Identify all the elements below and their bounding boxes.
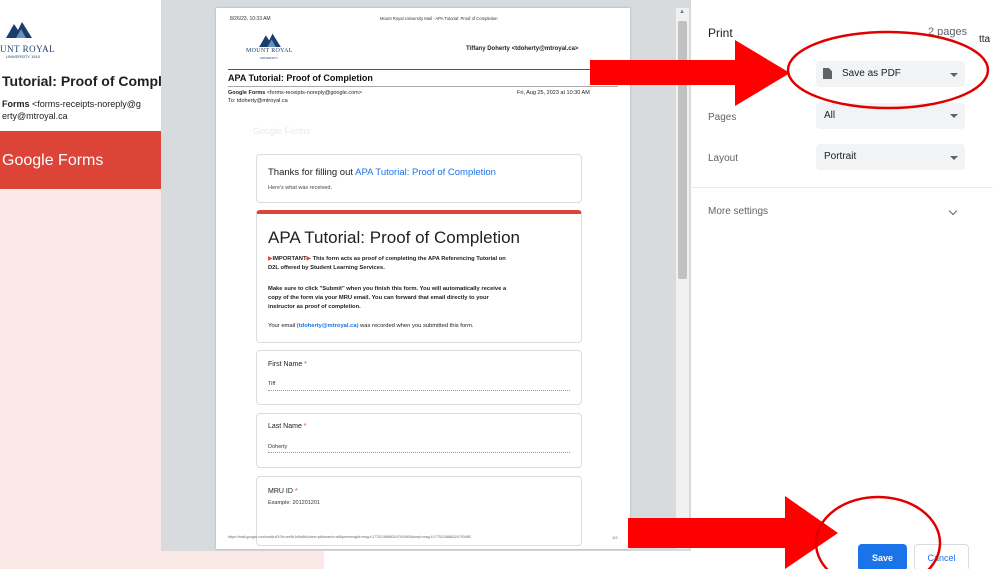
email-subject: Tutorial: Proof of Comple [2, 73, 170, 89]
print-title: Print [708, 26, 733, 40]
submit-text-2: copy of the form via your MRU email. You… [268, 295, 489, 301]
mountain-logo-icon [6, 22, 32, 38]
cancel-button[interactable]: Cancel [914, 544, 969, 569]
thanks-form-link[interactable]: APA Tutorial: Proof of Completion [355, 167, 496, 178]
preview-google-forms-watermark: Google Forms [253, 126, 311, 136]
google-forms-banner-text: Google Forms [2, 152, 104, 169]
save-button[interactable]: Save [858, 544, 907, 569]
submit-text-3: instructor as proof of completion. [268, 304, 361, 310]
logo-subtext: UNIVERSITY 1910 [6, 54, 40, 59]
pages-select[interactable] [816, 103, 965, 129]
preview-header-date: 8/26/23, 10:33 AM [230, 16, 271, 22]
question-label-text: First Name [268, 361, 303, 368]
question-answer: Tiff [268, 381, 276, 387]
scroll-up-arrow-icon[interactable]: ▲ [679, 9, 685, 15]
submit-line-1: Make sure to click "Submit" when you fin… [268, 285, 506, 293]
email-link[interactable]: tdoherty@mtroyal.ca [299, 323, 357, 329]
cut-off-text: tta [979, 34, 991, 45]
preview-to: To: tdoherty@mtroyal.ca [228, 98, 288, 104]
thanks-heading: Thanks for filling out APA Tutorial: Pro… [268, 167, 496, 178]
answer-underline [268, 390, 570, 391]
destination-value: Save as PDF [842, 68, 901, 79]
caret-down-icon [950, 73, 958, 77]
question-label: Last Name * [268, 423, 307, 430]
important-line-1: ▶IMPORTANT▶ This form acts as proof of c… [268, 255, 506, 263]
important-text: This form acts as proof of completing th… [310, 256, 506, 262]
thanks-subtext: Here's what was received. [268, 185, 333, 191]
preview-recipient: Tiffany Doherty <tdoherty@mtroyal.ca> [466, 46, 579, 52]
email-recorded-line: Your email (tdoherty@mtroyal.ca) was rec… [268, 322, 474, 330]
submit-text-1: Make sure to click "Submit" when you fin… [268, 286, 507, 292]
from-name: Forms [2, 99, 30, 109]
required-star: * [302, 361, 307, 368]
logo-text: UNT ROYAL [0, 44, 56, 54]
preview-date: Fri, Aug 25, 2023 at 10:30 AM [517, 90, 590, 96]
more-settings-toggle[interactable]: More settings [708, 206, 768, 217]
preview-subject: APA Tutorial: Proof of Completion [228, 73, 373, 83]
layout-label: Layout [708, 153, 739, 164]
preview-from-name: Google Forms [228, 90, 266, 96]
question-card-last-name [256, 413, 582, 468]
question-label-text: MRU ID [268, 488, 293, 495]
preview-logo-text: MOUNT ROYAL [246, 48, 293, 54]
layout-value: Portrait [824, 151, 857, 162]
preview-footer-url: https://mail.google.com/mail/u/0/?ik=ee9… [228, 535, 471, 539]
caret-down-icon [950, 114, 958, 118]
preview-header-title: Mount Royal University Mail - APA Tutori… [380, 16, 498, 21]
pages-value: All [824, 110, 836, 121]
thanks-prefix: Thanks for filling out [268, 167, 356, 178]
thanks-card [256, 154, 582, 203]
required-star: * [292, 488, 298, 495]
mount-royal-logo: UNT ROYAL UNIVERSITY 1910 [0, 16, 70, 66]
preview-footer-page: 1/2 [612, 535, 618, 540]
preview-logo: MOUNT ROYAL UNIVERSITY [246, 32, 296, 62]
question-help-text: Example: 201201201 [268, 500, 320, 506]
form-title: APA Tutorial: Proof of Completion [268, 228, 520, 247]
important-label: IMPORTANT [272, 256, 307, 262]
pages-label: Pages [708, 112, 737, 123]
required-star: * [301, 423, 307, 430]
email-suffix: ) was recorded when you submitted this f… [356, 323, 474, 329]
email-to: erty@mtroyal.ca [2, 111, 68, 121]
important-text-2: D2L offered by Student Learning Services… [268, 265, 385, 271]
screenshot-stage: UNT ROYAL UNIVERSITY 1910 Tutorial: Proo… [0, 0, 993, 569]
mountain-logo-icon [259, 33, 281, 47]
settings-divider [692, 187, 993, 188]
email-prefix: Your email ( [268, 323, 299, 329]
scroll-down-arrow-icon[interactable]: ▼ [679, 540, 685, 546]
caret-down-icon [950, 156, 958, 160]
submit-line-3: instructor as proof of completion. [268, 303, 361, 311]
from-address: <forms-receipts-noreply@g [29, 99, 141, 109]
preview-scroll-thumb[interactable] [678, 21, 687, 279]
question-answer: Doherty [268, 444, 288, 450]
preview-rule-thin [228, 86, 618, 87]
question-label-text: Last Name [268, 423, 302, 430]
answer-underline [268, 452, 570, 453]
important-line-2: D2L offered by Student Learning Services… [268, 264, 385, 272]
question-label: First Name * [268, 361, 307, 368]
question-label: MRU ID * [268, 488, 298, 495]
submit-line-2: copy of the form via your MRU email. You… [268, 294, 489, 302]
email-from: Forms <forms-receipts-noreply@g [2, 99, 141, 109]
preview-from: Google Forms <forms-receipts-noreply@goo… [228, 90, 362, 96]
print-page-count: 2 pages [928, 26, 968, 38]
preview-rule [228, 69, 618, 70]
question-card-first-name [256, 350, 582, 405]
preview-logo-subtext: UNIVERSITY [260, 56, 279, 60]
preview-from-address: <forms-receipts-noreply@google.com> [265, 90, 362, 96]
